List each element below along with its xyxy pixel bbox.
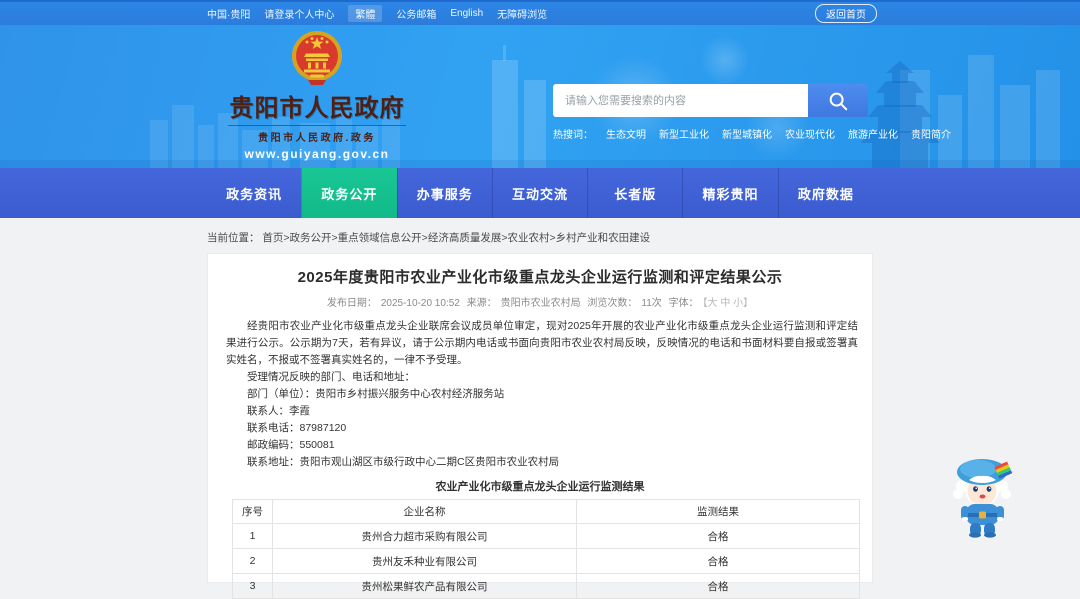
topbar-login-link[interactable]: 请登录个人中心 <box>264 6 334 21</box>
topbar: 中国·贵阳 请登录个人中心 繁體 公务邮箱 English 无障碍浏览 返回首页 <box>0 0 1080 25</box>
cell-result: 合格 <box>576 573 860 599</box>
breadcrumb-label: 当前位置： <box>207 232 260 244</box>
nav-tab-gov-data[interactable]: 政府数据 <box>777 168 873 218</box>
font-size-controls[interactable]: 【大 中 小】 <box>703 298 754 309</box>
hot-word-link[interactable]: 新型城镇化 <box>722 126 772 141</box>
source-label: 来源： <box>466 298 497 309</box>
table-row: 2 贵州友禾种业有限公司 合格 <box>232 548 860 574</box>
col-header-company: 企业名称 <box>272 499 577 524</box>
article-paragraph: 联系电话：87987120 <box>247 422 347 434</box>
cell-company: 贵州松果鲜农产品有限公司 <box>272 573 577 599</box>
col-header-index: 序号 <box>232 499 273 524</box>
topbar-traditional-link[interactable]: 繁體 <box>348 5 383 22</box>
nav-tab-disclosure[interactable]: 政务公开 <box>301 168 397 218</box>
topbar-accessibility-link[interactable]: 无障碍浏览 <box>497 6 547 21</box>
page: 中国·贵阳 请登录个人中心 繁體 公务邮箱 English 无障碍浏览 返回首页 <box>0 0 1080 599</box>
cell-index: 2 <box>232 548 273 574</box>
article-meta: 发布日期： 2025-10-20 10:52 来源： 贵阳市农业农村局 浏览次数： 1… <box>208 294 872 309</box>
cell-index: 1 <box>232 523 273 549</box>
article-paragraph: 部门（单位）：贵阳市乡村振兴服务中心农村经济服务站 <box>247 388 505 400</box>
article-card: 2025年度贵阳市农业产业化市级重点龙头企业运行监测和评定结果公示 发布日期： 2… <box>207 253 873 599</box>
topbar-english-link[interactable]: English <box>450 8 483 19</box>
hot-word-link[interactable]: 新型工业化 <box>659 126 709 141</box>
hot-search-label: 热搜词： <box>553 130 593 141</box>
hot-word-link[interactable]: 生态文明 <box>606 126 646 141</box>
national-emblem-icon <box>292 31 342 85</box>
publish-date: 2025-10-20 10:52 <box>380 298 460 309</box>
article-paragraph: 受理情况反映的部门、电话和地址： <box>247 371 415 383</box>
article-body: 经贵阳市农业产业化市级重点龙头企业联席会议成员单位审定，现对2025年开展的农业… <box>226 318 858 471</box>
main-nav: 政务资讯 政务公开 办事服务 互动交流 长者版 精彩贵阳 政府数据 <box>0 168 1080 218</box>
publish-date-label: 发布日期： <box>326 298 377 309</box>
search-area: 热搜词： 生态文明 新型工业化 新型城镇化 农业现代化 旅游产业化 贵阳简介 <box>553 84 951 141</box>
topbar-mail-link[interactable]: 公务邮箱 <box>396 6 436 21</box>
cell-company: 贵州合力超市采购有限公司 <box>272 523 577 549</box>
nav-tab-elderly[interactable]: 长者版 <box>587 168 682 218</box>
article-paragraph: 邮政编码：550081 <box>247 439 335 451</box>
nav-tab-interaction[interactable]: 互动交流 <box>491 168 587 218</box>
cell-result: 合格 <box>576 548 860 574</box>
views-count: 11次 <box>641 298 662 309</box>
article-paragraph: 经贵阳市农业产业化市级重点龙头企业联席会议成员单位审定，现对2025年开展的农业… <box>226 320 858 366</box>
table-row: 3 贵州松果鲜农产品有限公司 合格 <box>232 573 860 599</box>
hot-word-link[interactable]: 旅游产业化 <box>848 126 898 141</box>
site-url: www.guiyang.gov.cn <box>244 147 390 161</box>
breadcrumb-path[interactable]: 首页>政务公开>重点领域信息公开>经济高质量发展>农业农村>乡村产业和农田建设 <box>262 232 650 244</box>
nav-tab-news[interactable]: 政务资讯 <box>207 168 301 218</box>
monitoring-result-table: 序号 企业名称 监测结果 1 贵州合力超市采购有限公司 合格 2 贵州友禾种业有… <box>232 499 860 599</box>
font-size-label: 字体： <box>668 298 699 309</box>
header-banner: 贵阳市人民政府 贵阳市人民政府.政务 www.guiyang.gov.cn 热搜… <box>0 25 1080 168</box>
search-input[interactable] <box>553 84 808 117</box>
cell-result: 合格 <box>576 523 860 549</box>
hot-search-bar: 热搜词： 生态文明 新型工业化 新型城镇化 农业现代化 旅游产业化 贵阳简介 <box>553 126 951 141</box>
cell-company: 贵州友禾种业有限公司 <box>272 548 577 574</box>
topbar-region-link[interactable]: 中国·贵阳 <box>207 6 250 21</box>
search-button[interactable] <box>808 84 868 117</box>
mascot-assistant[interactable] <box>947 450 1017 538</box>
table-header-row: 序号 企业名称 监测结果 <box>232 499 860 524</box>
site-brand[interactable]: 贵阳市人民政府 贵阳市人民政府.政务 www.guiyang.gov.cn <box>222 30 412 161</box>
article-paragraph: 联系地址：贵阳市观山湖区市级行政中心二期C区贵阳市农业农村局 <box>247 456 560 468</box>
nav-tab-services[interactable]: 办事服务 <box>396 168 492 218</box>
views-label: 浏览次数： <box>587 298 638 309</box>
hot-word-link[interactable]: 农业现代化 <box>785 126 835 141</box>
article-paragraph: 联系人：李霞 <box>247 405 310 417</box>
nav-tab-highlights[interactable]: 精彩贵阳 <box>682 168 777 218</box>
col-header-result: 监测结果 <box>576 499 860 524</box>
breadcrumb: 当前位置： 首页>政务公开>重点领域信息公开>经济高质量发展>农业农村>乡村产业… <box>207 230 877 245</box>
cell-index: 3 <box>232 573 273 599</box>
page-title: 2025年度贵阳市农业产业化市级重点龙头企业运行监测和评定结果公示 <box>297 269 783 286</box>
brand-divider <box>228 125 406 126</box>
table-caption: 农业产业化市级重点龙头企业运行监测结果 <box>435 481 645 493</box>
city-skyline-decoration <box>0 45 1080 168</box>
source: 贵阳市农业农村局 <box>500 298 581 309</box>
back-home-button[interactable]: 返回首页 <box>815 4 877 23</box>
site-subtitle: 贵阳市人民政府.政务 <box>258 133 376 144</box>
hot-word-link[interactable]: 贵阳简介 <box>911 126 951 141</box>
site-name: 贵阳市人民政府 <box>229 95 405 122</box>
table-row: 1 贵州合力超市采购有限公司 合格 <box>232 523 860 549</box>
search-icon <box>829 92 848 110</box>
